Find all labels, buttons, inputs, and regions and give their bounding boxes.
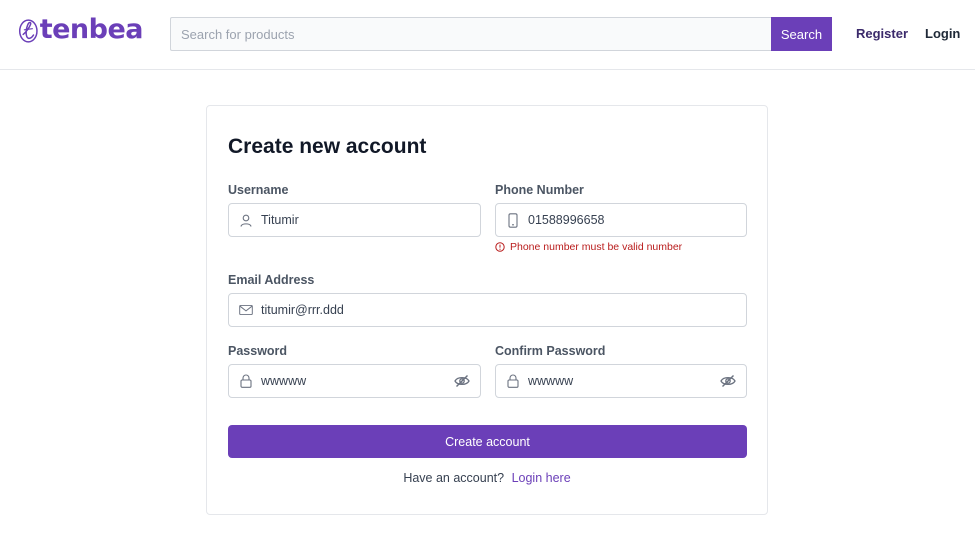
phone-icon xyxy=(506,212,520,228)
email-input[interactable] xyxy=(261,295,746,325)
search-button[interactable]: Search xyxy=(771,17,832,51)
login-here-link[interactable]: Login here xyxy=(512,471,571,485)
error-circle-icon xyxy=(495,242,505,252)
tenbea-logo[interactable]: tenbea xyxy=(18,8,144,54)
search-input[interactable] xyxy=(170,17,771,51)
search-bar: Search xyxy=(170,17,832,51)
login-prompt-text: Have an account? xyxy=(403,471,505,485)
page-title: Create new account xyxy=(228,135,427,158)
login-link[interactable]: Login xyxy=(925,26,960,41)
create-account-button[interactable]: Create account xyxy=(228,425,747,458)
username-input[interactable] xyxy=(261,205,480,235)
email-label: Email Address xyxy=(228,273,315,287)
eye-slash-icon[interactable] xyxy=(720,374,736,388)
lock-icon xyxy=(506,374,520,388)
phone-field[interactable] xyxy=(495,203,747,237)
login-prompt: Have an account? Login here xyxy=(207,471,767,485)
lock-icon xyxy=(239,374,253,388)
phone-error-message: Phone number must be valid number xyxy=(495,241,682,253)
password-label: Password xyxy=(228,344,288,358)
logo-text: tenbea xyxy=(39,14,144,45)
envelope-icon xyxy=(239,303,253,317)
password-input[interactable] xyxy=(261,366,454,396)
phone-error-text: Phone number must be valid number xyxy=(510,241,683,253)
username-field[interactable] xyxy=(228,203,481,237)
register-card: Create new account Username Phone Number… xyxy=(206,105,768,515)
phone-label: Phone Number xyxy=(495,183,584,197)
register-link[interactable]: Register xyxy=(856,26,908,41)
phone-input[interactable] xyxy=(528,205,746,235)
eye-slash-icon[interactable] xyxy=(454,374,470,388)
user-icon xyxy=(239,213,253,227)
confirm-password-field[interactable] xyxy=(495,364,747,398)
username-label: Username xyxy=(228,183,289,197)
confirm-password-label: Confirm Password xyxy=(495,344,606,358)
top-header: tenbea Search Register Login xyxy=(0,0,975,70)
password-field[interactable] xyxy=(228,364,481,398)
email-field[interactable] xyxy=(228,293,747,327)
confirm-password-input[interactable] xyxy=(528,366,720,396)
logo-mark-icon xyxy=(18,19,38,43)
